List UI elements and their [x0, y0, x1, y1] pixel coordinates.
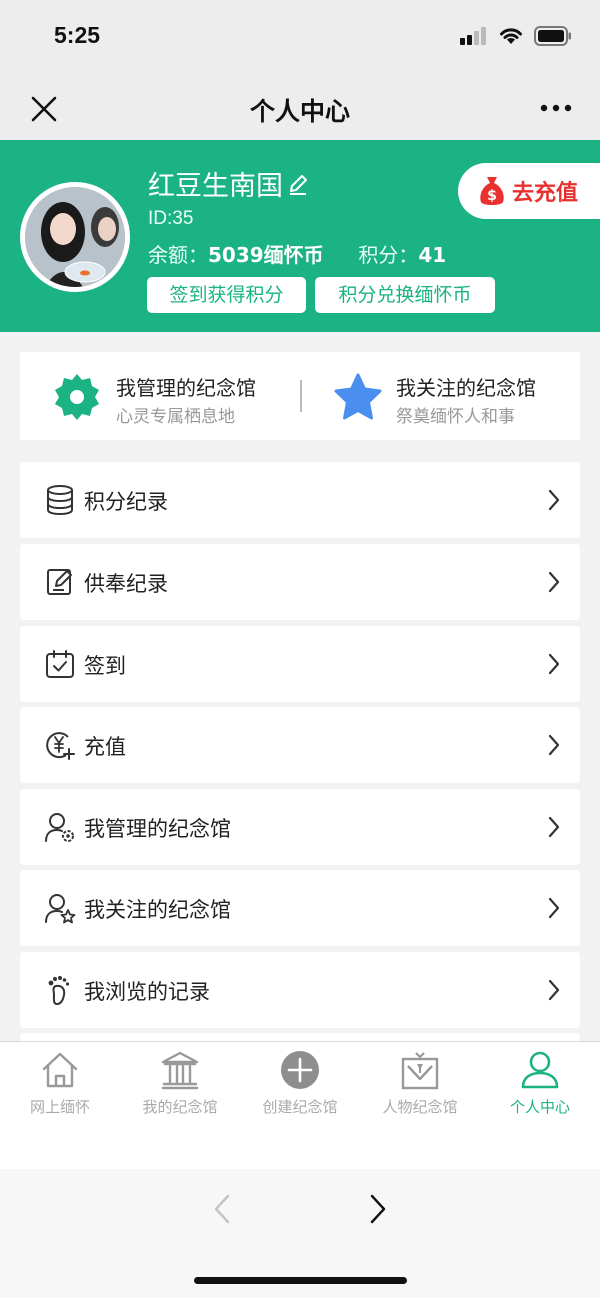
temple-icon	[161, 1051, 199, 1090]
chevron-right-icon	[548, 816, 560, 838]
avatar-image	[25, 187, 125, 287]
menu-item-partial	[20, 1033, 580, 1041]
forward-arrow-icon[interactable]	[366, 1193, 390, 1225]
menu-item-check-in[interactable]: 签到	[20, 626, 580, 702]
menu-item-browse-history[interactable]: 我浏览的记录	[20, 952, 580, 1028]
calendar-check-icon	[46, 650, 74, 678]
points-value: 41	[418, 243, 447, 267]
quick-followed-memorials[interactable]: 我关注的纪念馆 祭奠缅怀人和事	[302, 352, 580, 440]
money-bag-icon: $	[480, 177, 504, 205]
menu-item-points-record[interactable]: 积分纪录	[20, 462, 580, 538]
house-icon	[42, 1052, 78, 1088]
nav-bar: 个人中心	[0, 78, 600, 140]
tab-label: 网上缅怀	[29, 1098, 90, 1116]
menu-label: 我管理的纪念馆	[84, 817, 231, 841]
exchange-points-button[interactable]: 积分兑换缅怀币	[315, 277, 495, 313]
chevron-right-icon	[548, 653, 560, 675]
yuan-add-icon	[46, 732, 75, 760]
profile-name: 红豆生南国	[148, 171, 283, 202]
chevron-right-icon	[548, 734, 560, 756]
avatar[interactable]	[20, 182, 130, 292]
menu-item-offering-record[interactable]: 供奉纪录	[20, 544, 580, 620]
status-bar: 5:25	[0, 0, 600, 78]
recharge-button[interactable]: $ 去充值	[458, 163, 600, 219]
page-title: 个人中心	[249, 97, 350, 126]
chevron-right-icon	[548, 897, 560, 919]
recharge-label: 去充值	[512, 181, 579, 206]
quick-managed-subtitle: 心灵专属栖息地	[116, 407, 235, 427]
tab-label: 创建纪念馆	[262, 1098, 338, 1116]
person-icon	[521, 1051, 559, 1089]
tab-online-memorial[interactable]: 网上缅怀	[0, 1042, 120, 1132]
coins-icon	[47, 485, 73, 516]
menu-label: 我关注的纪念馆	[84, 898, 231, 922]
tab-create-memorial[interactable]: 创建纪念馆	[240, 1042, 360, 1132]
tab-label: 个人中心	[509, 1098, 570, 1116]
chevron-right-icon	[548, 489, 560, 511]
tab-person-memorial[interactable]: 人物纪念馆	[360, 1042, 480, 1132]
quick-followed-title: 我关注的纪念馆	[396, 376, 536, 400]
menu-label: 积分纪录	[84, 490, 168, 514]
profile-name-row[interactable]: 红豆生南国	[148, 164, 311, 203]
footprint-icon	[48, 976, 70, 1006]
edit-icon[interactable]	[285, 171, 311, 197]
menu-item-recharge[interactable]: 充值	[20, 707, 580, 783]
balance-value: 5039缅怀币	[208, 243, 324, 267]
tab-label: 人物纪念馆	[382, 1098, 458, 1116]
balance-label: 余额：	[148, 243, 208, 267]
tab-my-memorials[interactable]: 我的纪念馆	[120, 1042, 240, 1132]
wifi-icon	[500, 28, 522, 44]
menu-label: 我浏览的记录	[84, 980, 210, 1004]
chevron-right-icon	[548, 571, 560, 593]
points-label: 积分：	[358, 243, 419, 267]
profile-id: ID:35	[148, 208, 194, 229]
chevron-right-icon	[548, 979, 560, 1001]
menu-item-followed-memorials[interactable]: 我关注的纪念馆	[20, 870, 580, 946]
more-icon[interactable]	[540, 98, 572, 118]
quick-followed-subtitle: 祭奠缅怀人和事	[396, 407, 515, 427]
quick-access-card: 我管理的纪念馆 心灵专属栖息地 我关注的纪念馆 祭奠缅怀人和事	[20, 352, 580, 440]
edit-note-icon	[47, 569, 72, 595]
home-indicator	[194, 1277, 407, 1284]
tab-personal-center[interactable]: 个人中心	[480, 1042, 600, 1132]
plus-circle-icon	[281, 1051, 319, 1089]
back-arrow-icon[interactable]	[210, 1193, 234, 1225]
user-gear-icon	[45, 813, 74, 842]
signal-icon	[460, 27, 486, 45]
quick-managed-memorials[interactable]: 我管理的纪念馆 心灵专属栖息地	[20, 352, 300, 440]
menu-label: 充值	[84, 735, 126, 759]
tab-bar: 网上缅怀 我的纪念馆 创建纪念馆 人物纪念馆 个人中心	[0, 1041, 600, 1169]
menu-label: 供奉纪录	[84, 572, 168, 596]
battery-icon	[534, 26, 571, 46]
portrait-frame-icon	[401, 1052, 439, 1090]
gear-icon	[55, 374, 99, 420]
tab-label: 我的纪念馆	[142, 1098, 218, 1116]
profile-header: 红豆生南国 ID:35 余额：5039缅怀币 积分：41 签到获得积分 积分兑换…	[0, 140, 600, 332]
svg-text:$: $	[487, 188, 497, 204]
status-icons	[460, 26, 572, 46]
user-star-icon	[45, 894, 76, 924]
status-time: 5:25	[54, 22, 101, 48]
quick-managed-title: 我管理的纪念馆	[116, 376, 256, 400]
browser-toolbar	[0, 1169, 600, 1298]
profile-balance: 余额：5039缅怀币 积分：41	[148, 239, 446, 268]
menu-item-managed-memorials[interactable]: 我管理的纪念馆	[20, 789, 580, 865]
menu-label: 签到	[84, 654, 126, 678]
star-icon	[334, 373, 382, 420]
sign-in-points-button[interactable]: 签到获得积分	[147, 277, 306, 313]
